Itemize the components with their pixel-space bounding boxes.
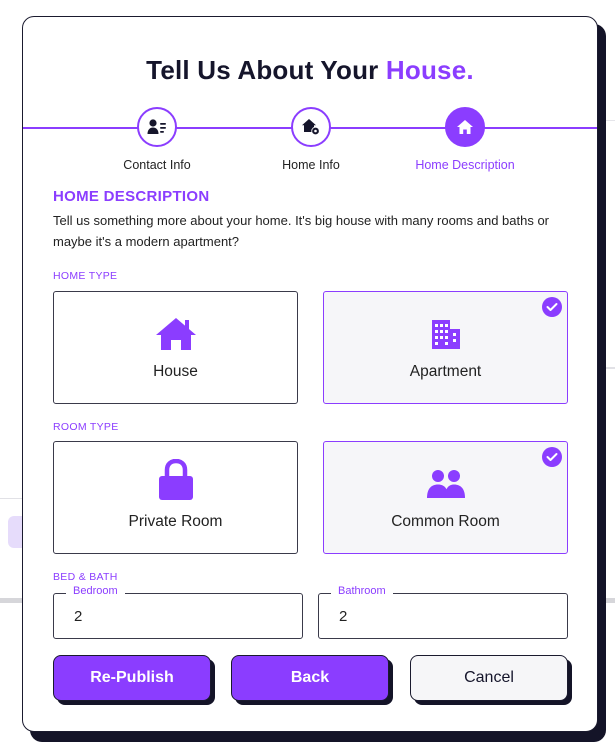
home-type-label: HOME TYPE — [53, 270, 118, 282]
bathroom-input[interactable] — [319, 594, 567, 638]
home-icon — [457, 120, 473, 134]
step-contact-info[interactable]: Contact Info — [87, 107, 227, 172]
option-label: Common Room — [391, 513, 500, 530]
bathroom-field: Bathroom — [318, 585, 568, 639]
title-accent: House. — [385, 55, 474, 85]
home-type-option-apartment[interactable]: Apartment — [323, 291, 568, 404]
building-icon — [431, 320, 460, 349]
option-icon-wrap — [324, 464, 567, 504]
step-circle — [445, 107, 485, 147]
room-type-option-common[interactable]: Common Room — [323, 441, 568, 554]
option-label: Private Room — [128, 513, 223, 530]
bedroom-field-label: Bedroom — [66, 585, 125, 597]
title-main: Tell Us About Your — [146, 55, 379, 85]
step-circle — [291, 107, 331, 147]
room-type-label: ROOM TYPE — [53, 421, 119, 433]
home-type-option-house[interactable]: House — [53, 291, 298, 404]
house-description-modal: Tell Us About Your House. Contact Info H… — [22, 16, 598, 732]
contact-list-icon — [147, 119, 166, 134]
room-type-option-private[interactable]: Private Room — [53, 441, 298, 554]
step-label: Home Info — [282, 158, 340, 172]
republish-button[interactable]: Re-Publish — [53, 655, 211, 701]
step-label: Home Description — [415, 158, 515, 172]
step-label: Contact Info — [123, 158, 191, 172]
bedroom-field: Bedroom — [53, 585, 303, 639]
section-description: Tell us something more about your home. … — [53, 213, 550, 249]
lock-icon — [158, 459, 193, 500]
option-icon-wrap — [54, 459, 297, 500]
step-home-description[interactable]: Home Description — [395, 107, 535, 172]
option-icon-wrap — [324, 314, 567, 354]
page: Tell Us About Your House. Contact Info H… — [0, 0, 615, 755]
option-icon-wrap — [54, 314, 297, 354]
back-button[interactable]: Back — [231, 655, 389, 701]
modal-title: Tell Us About Your House. — [23, 55, 597, 86]
people-icon — [426, 470, 465, 498]
bathroom-field-label: Bathroom — [331, 585, 393, 597]
house-icon — [155, 318, 196, 350]
cancel-button[interactable]: Cancel — [410, 655, 568, 701]
option-label: Apartment — [409, 363, 482, 380]
bed-bath-label: BED & BATH — [53, 571, 118, 583]
bedroom-input[interactable] — [54, 594, 302, 638]
step-circle — [137, 107, 177, 147]
option-label: House — [153, 363, 198, 380]
home-settings-icon — [302, 119, 320, 136]
background-divider — [0, 498, 24, 499]
step-home-info[interactable]: Home Info — [241, 107, 381, 172]
section-title: HOME DESCRIPTION — [53, 188, 210, 205]
